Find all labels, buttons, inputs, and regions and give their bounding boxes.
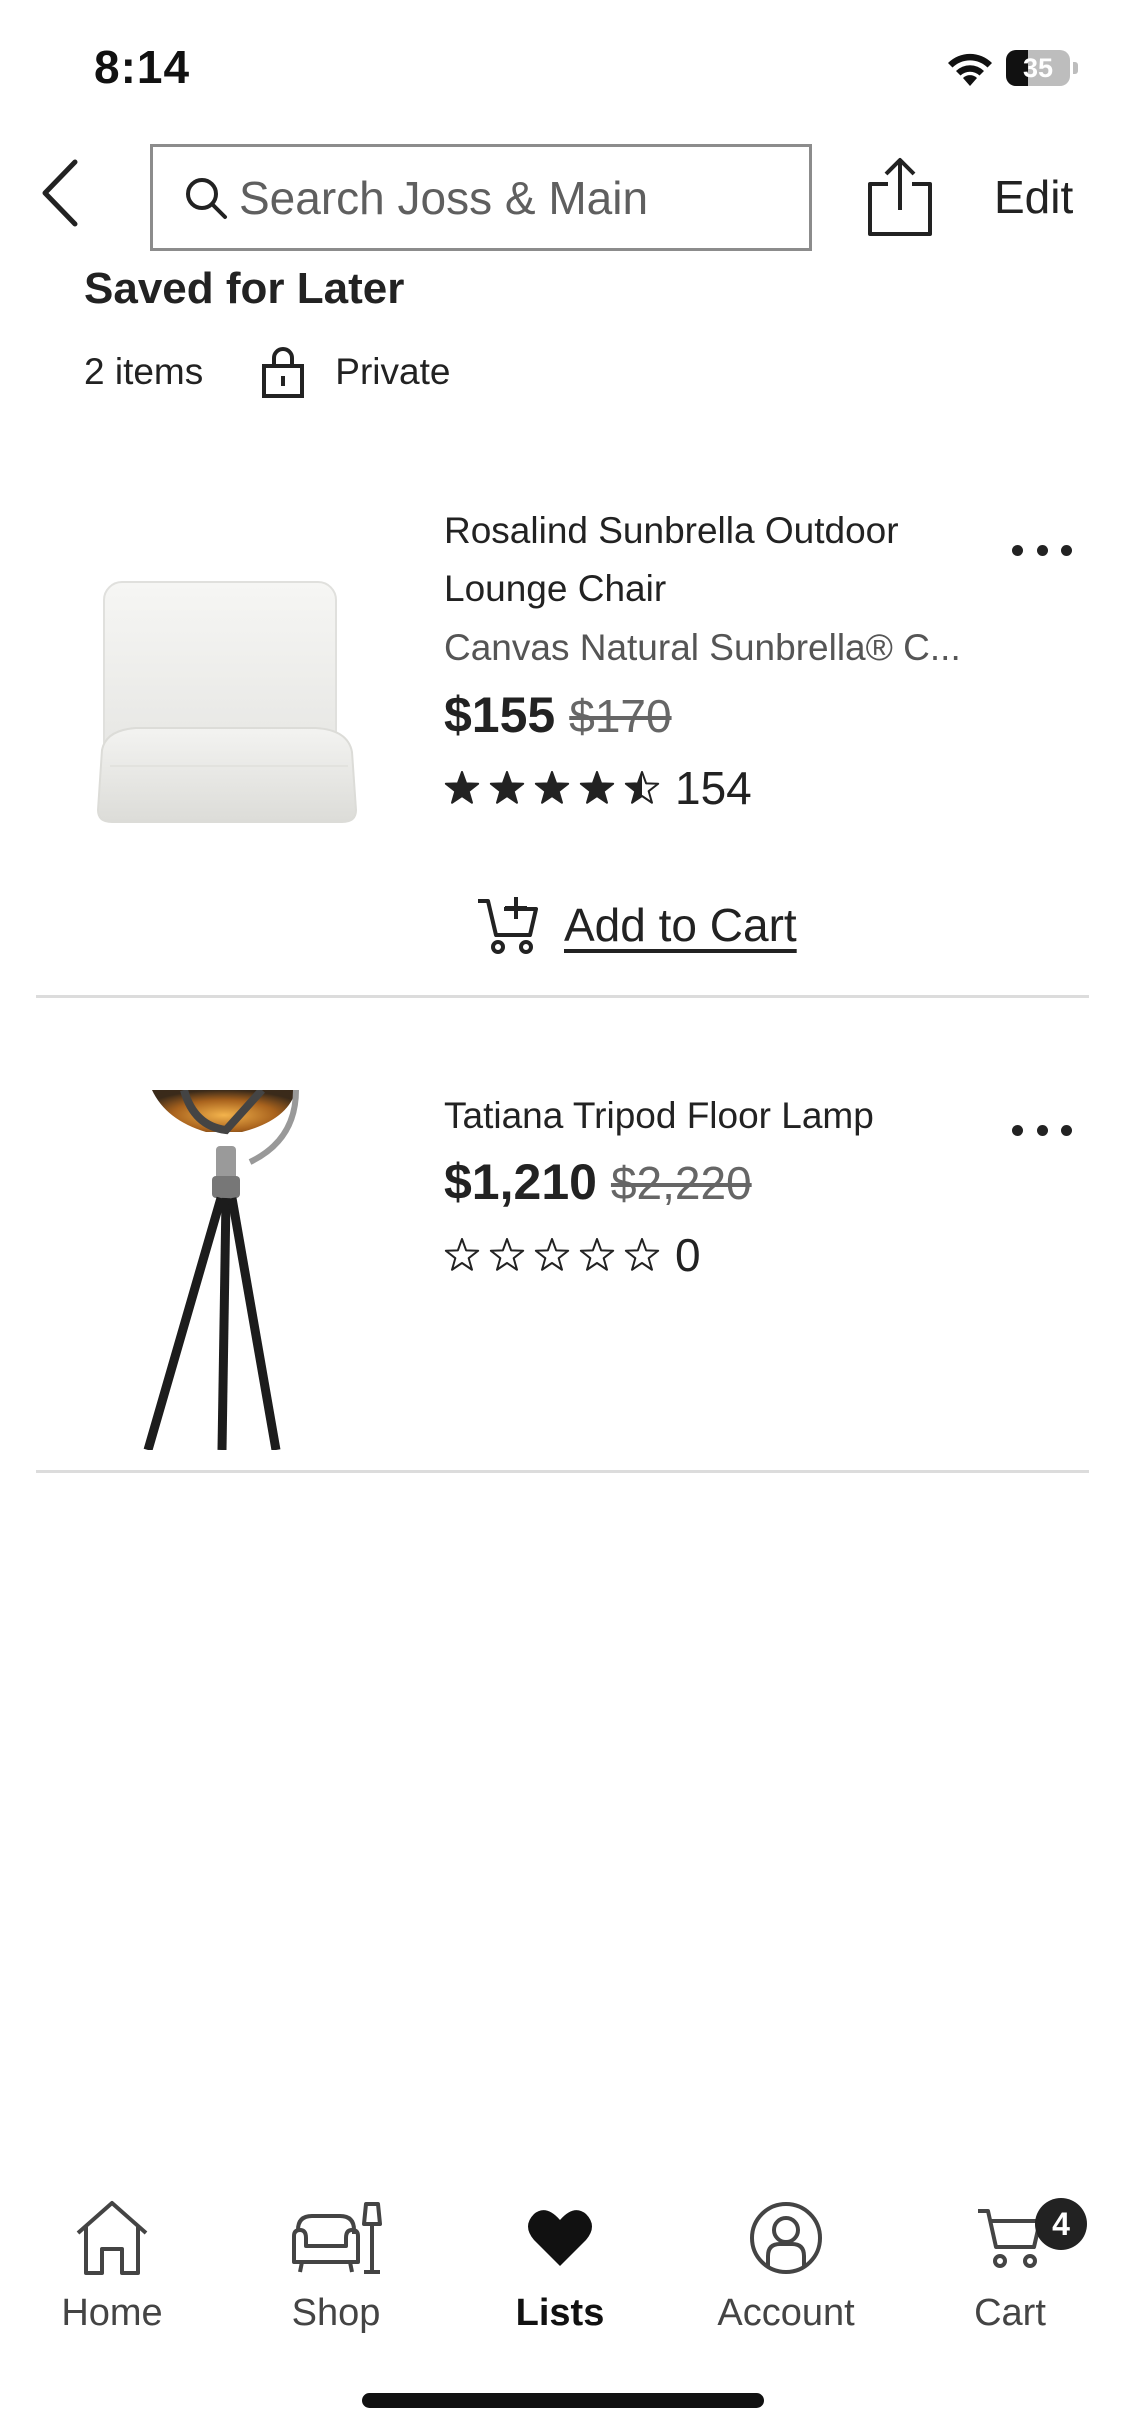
cart-icon [978,2209,1042,2268]
share-button[interactable] [866,156,934,238]
product-variant: Canvas Natural Sunbrella® C... [444,627,961,668]
star-empty-icon [534,1238,570,1271]
search-bar[interactable] [150,144,812,251]
back-button[interactable] [36,155,86,231]
star-filled-icon [534,771,570,804]
add-to-cart-icon [478,897,538,954]
tab-label: Lists [515,2292,605,2334]
sofa-lamp-icon [292,2202,382,2274]
list-title: Saved for Later [84,264,405,313]
tab-account[interactable]: Account [686,2180,886,2350]
more-dots-icon [1012,544,1023,556]
more-options-button[interactable] [1012,1110,1072,1150]
cart-count-badge: 4 [1035,2198,1087,2250]
lounge-chair-cushion-image [96,581,358,823]
product-name[interactable]: Rosalind Sunbrella Outdoor Lounge Chair [444,502,1024,618]
heart-icon [528,2210,592,2266]
sale-price: $155 [444,687,556,743]
lock-icon [262,347,305,398]
tab-label: Shop [291,2292,381,2334]
item-count: 2 items [84,351,204,392]
review-count: 0 [675,1229,701,1281]
star-filled-icon [489,771,525,804]
tripod-floor-lamp-image [143,1090,299,1450]
product-info: Rosalind Sunbrella Outdoor Lounge Chair … [444,502,1024,816]
sale-price: $1,210 [444,1154,597,1210]
star-filled-icon [579,771,615,804]
star-empty-icon [489,1238,525,1271]
price-row: $155 $170 [444,686,1024,744]
tab-label: Account [717,2292,855,2334]
battery-level: 35 [1022,53,1054,83]
star-empty-icon [624,1238,660,1271]
original-price: $170 [569,690,672,742]
add-to-cart-button[interactable]: Add to Cart [476,890,797,960]
tab-home[interactable]: Home [12,2180,212,2350]
home-icon [76,2201,148,2275]
add-to-cart-label: Add to Cart [564,899,797,951]
product-image[interactable] [66,1090,386,1450]
product-info: Tatiana Tripod Floor Lamp $1,210 $2,220 … [444,1087,1024,1283]
more-options-button[interactable] [1012,530,1072,570]
tab-label: Cart [974,2292,1046,2334]
star-filled-icon [444,771,480,804]
star-empty-icon [579,1238,615,1271]
original-price: $2,220 [610,1157,752,1209]
search-input[interactable] [239,170,799,225]
product-name[interactable]: Tatiana Tripod Floor Lamp [444,1087,1024,1145]
star-rating [444,1237,669,1273]
share-icon [868,158,932,236]
search-icon [186,177,227,219]
more-dots-icon [1012,1124,1023,1136]
review-count: 154 [675,762,752,814]
account-icon [750,2202,822,2274]
status-bar: 8:14 35 [0,0,1125,140]
home-indicator[interactable] [362,2393,764,2408]
chevron-left-icon [42,159,78,227]
tab-bar: Home Shop Lists Account Cart [0,2180,1125,2350]
star-empty-icon [444,1238,480,1271]
privacy-label: Private [335,351,451,392]
star-rating [444,770,669,806]
battery-icon: 35 [1006,50,1078,86]
tab-lists[interactable]: Lists [460,2180,660,2350]
edit-button[interactable]: Edit [994,170,1073,224]
rating-row: 154 [444,760,1024,816]
list-meta: 2 items Private [84,344,450,400]
list-item: Rosalind Sunbrella Outdoor Lounge Chair … [36,480,1089,998]
tab-label: Home [61,2292,163,2334]
rating-row: 0 [444,1227,1024,1283]
star-half-icon [624,771,660,804]
status-time: 8:14 [94,41,191,93]
product-image[interactable] [66,520,386,840]
tab-shop[interactable]: Shop [236,2180,436,2350]
wifi-icon [948,53,992,86]
price-row: $1,210 $2,220 [444,1153,1024,1211]
list-item: Tatiana Tripod Floor Lamp $1,210 $2,220 … [36,1065,1089,1473]
